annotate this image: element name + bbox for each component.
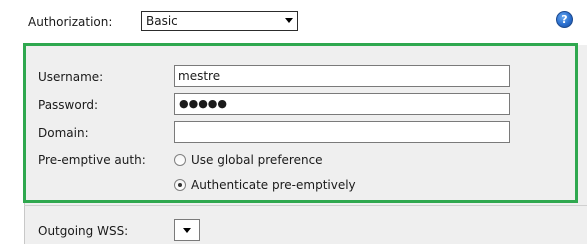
domain-label: Domain: <box>38 126 89 140</box>
authenticate-preemptively-radio[interactable] <box>174 179 186 191</box>
authorization-select[interactable]: Basic <box>141 11 298 31</box>
use-global-preference-radio[interactable] <box>174 154 186 166</box>
authorization-selected-value: Basic <box>146 14 178 28</box>
password-label: Password: <box>38 98 99 112</box>
chevron-down-icon <box>285 18 293 23</box>
domain-field[interactable] <box>174 121 510 143</box>
help-icon[interactable]: ? <box>556 11 573 28</box>
outgoing-wss-label: Outgoing WSS: <box>38 224 129 238</box>
password-field[interactable]: ●●●●● <box>174 93 510 115</box>
authenticate-preemptively-label[interactable]: Authenticate pre-emptively <box>191 178 356 192</box>
use-global-preference-label[interactable]: Use global preference <box>191 153 323 167</box>
username-field[interactable]: mestre <box>174 65 510 87</box>
preemptive-auth-label: Pre-emptive auth: <box>38 153 146 167</box>
outgoing-wss-select[interactable] <box>174 219 200 241</box>
authorization-settings-panel: Authorization: Basic ? Username: mestre … <box>0 0 587 244</box>
username-label: Username: <box>38 70 104 84</box>
authorization-label: Authorization: <box>28 15 113 29</box>
section-divider <box>24 205 587 206</box>
password-mask: ●●●●● <box>179 97 227 110</box>
username-value: mestre <box>178 69 221 83</box>
chevron-down-icon <box>183 228 191 233</box>
